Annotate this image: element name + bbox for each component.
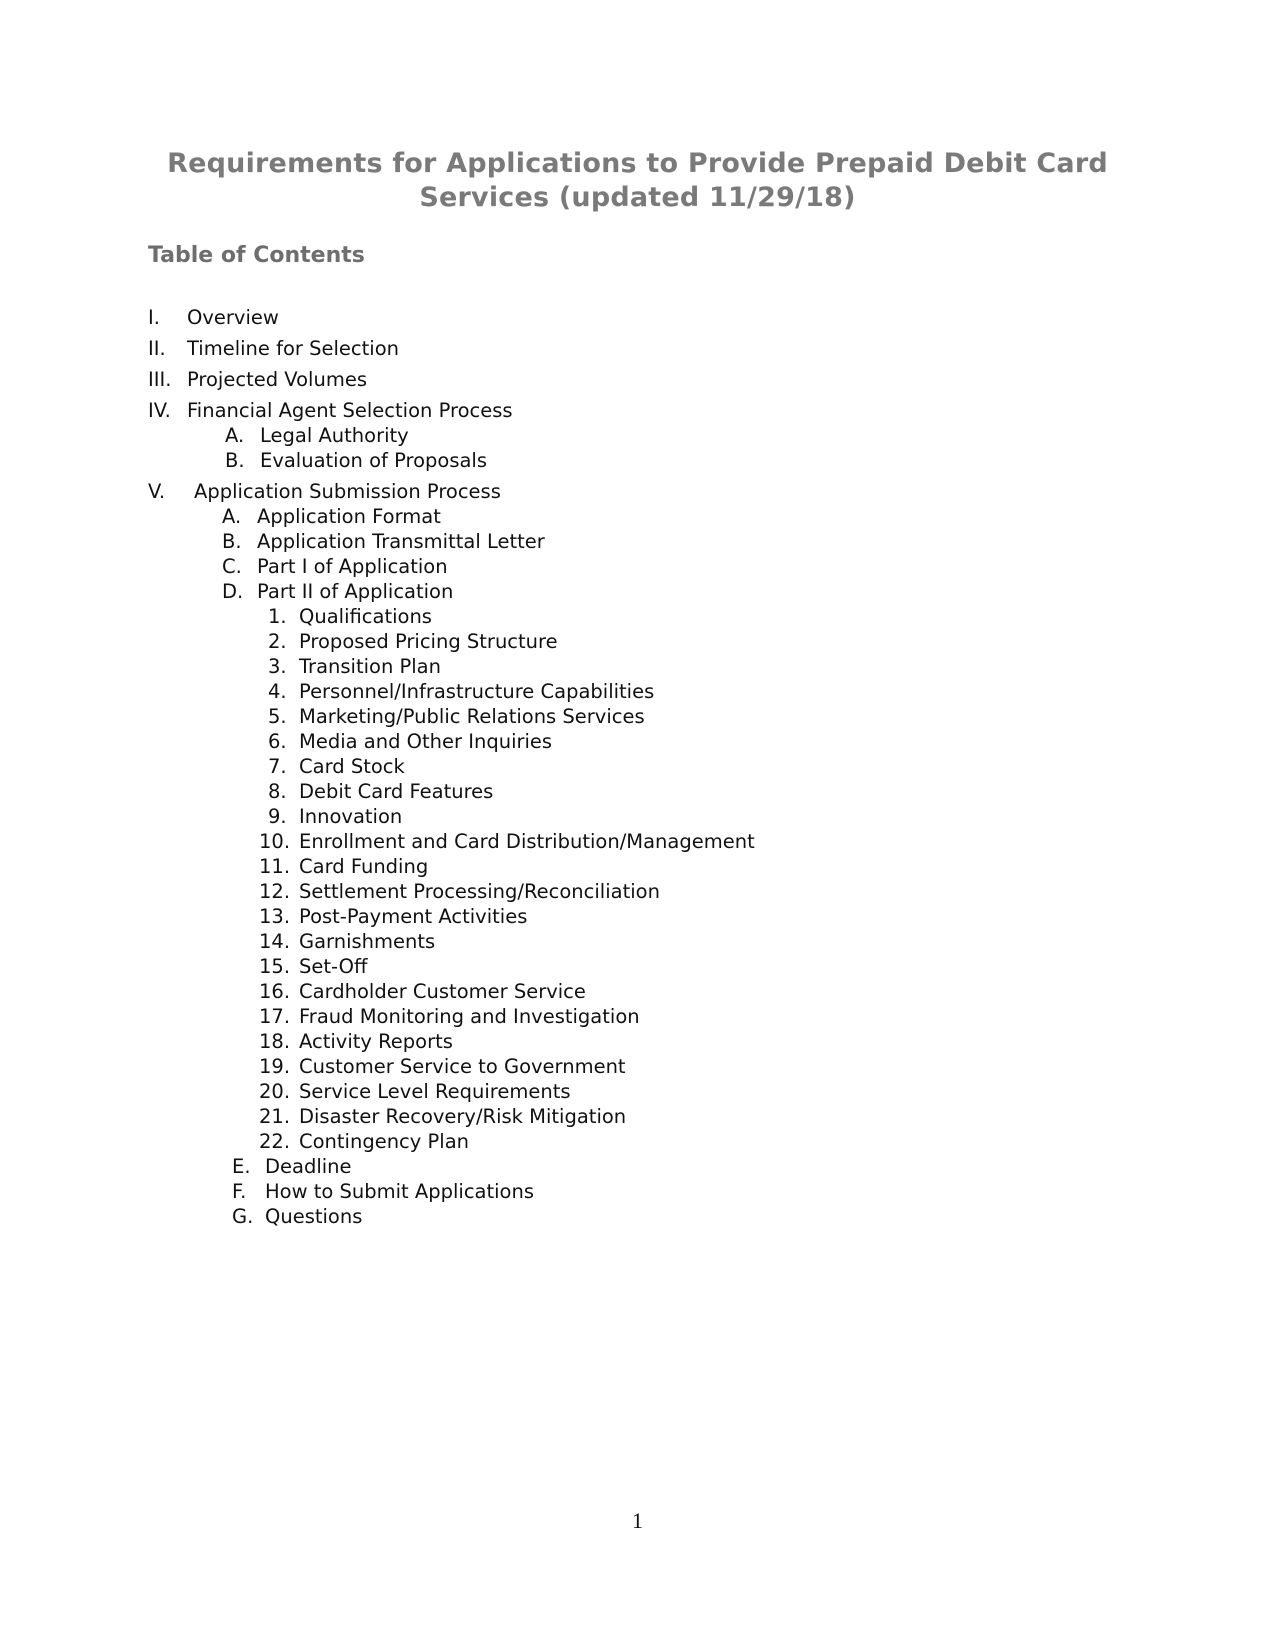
toc-marker: 20.: [259, 1080, 291, 1103]
toc-label: Evaluation of Proposals: [260, 449, 488, 472]
toc-label: Part II of Application: [257, 580, 454, 603]
toc-marker: 6.: [268, 730, 287, 753]
toc-label: Enrollment and Card Distribution/Managem…: [299, 830, 755, 853]
toc-marker: 2.: [268, 630, 287, 653]
toc-label: Overview: [187, 306, 279, 329]
toc-marker: 4.: [268, 680, 287, 703]
toc-label: Application Transmittal Letter: [257, 530, 545, 553]
toc-label: Service Level Requirements: [299, 1080, 571, 1103]
toc-marker: 5.: [268, 705, 287, 728]
toc-marker: 15.: [259, 955, 291, 978]
toc-label: Debit Card Features: [299, 780, 494, 803]
toc-marker: 10.: [259, 830, 291, 853]
toc-marker: A.: [222, 505, 242, 528]
toc-marker: A.: [225, 424, 245, 447]
toc-label: Timeline for Selection: [187, 337, 399, 360]
toc-heading: Table of Contents: [148, 243, 365, 268]
toc-label: Garnishments: [299, 930, 436, 953]
document-title-line-2: Services (updated 11/29/18): [419, 182, 856, 213]
document-title-line-1: Requirements for Applications to Provide…: [167, 148, 1108, 179]
toc-label: Application Format: [257, 505, 441, 528]
toc-label: Activity Reports: [299, 1030, 453, 1053]
page-number: 1: [632, 1508, 643, 1533]
toc-marker: 16.: [259, 980, 291, 1003]
toc-marker: III.: [148, 368, 172, 391]
toc-label: Projected Volumes: [187, 368, 367, 391]
toc-label: Transition Plan: [299, 655, 441, 678]
toc-label: Card Stock: [299, 755, 405, 778]
toc-label: Cardholder Customer Service: [299, 980, 586, 1003]
toc-label: Card Funding: [299, 855, 429, 878]
toc-label: Financial Agent Selection Process: [187, 399, 513, 422]
toc-label: Disaster Recovery/Risk Mitigation: [299, 1105, 627, 1128]
toc-marker: 11.: [259, 855, 291, 878]
toc-marker: 1.: [268, 605, 287, 628]
toc-label: Marketing/Public Relations Services: [299, 705, 645, 728]
toc-marker: 14.: [259, 930, 291, 953]
toc-marker: 22.: [259, 1130, 291, 1153]
toc-marker: IV.: [148, 399, 171, 422]
toc-label: Questions: [265, 1205, 363, 1228]
toc-marker: G.: [232, 1205, 254, 1228]
toc-marker: D.: [222, 580, 244, 603]
toc-label: How to Submit Applications: [265, 1180, 535, 1203]
toc-label: Proposed Pricing Structure: [299, 630, 558, 653]
toc-label: Customer Service to Government: [299, 1055, 626, 1078]
toc-label: Deadline: [265, 1155, 352, 1178]
toc-marker: E.: [232, 1155, 251, 1178]
toc-label: Post-Payment Activities: [299, 905, 528, 928]
toc-marker: 3.: [268, 655, 287, 678]
toc-label: Application Submission Process: [194, 480, 501, 503]
toc-label: Part I of Application: [257, 555, 448, 578]
toc-label: Personnel/Infrastructure Capabilities: [299, 680, 655, 703]
toc-marker: 18.: [259, 1030, 291, 1053]
toc-marker: B.: [222, 530, 242, 553]
document-page: Requirements for Applications to Provide…: [0, 0, 1275, 1650]
toc-marker: 12.: [259, 880, 291, 903]
toc-marker: II.: [148, 337, 166, 360]
toc-label: Innovation: [299, 805, 403, 828]
toc-label: Contingency Plan: [299, 1130, 470, 1153]
toc-marker: 8.: [268, 780, 287, 803]
toc-label: Set-Off: [299, 955, 368, 978]
toc-label: Legal Authority: [260, 424, 409, 447]
toc-label: Fraud Monitoring and Investigation: [299, 1005, 640, 1028]
toc-marker: F.: [232, 1180, 247, 1203]
toc-marker: 17.: [259, 1005, 291, 1028]
toc-label: Qualifications: [299, 605, 432, 628]
toc-marker: 7.: [268, 755, 287, 778]
toc-marker: 21.: [259, 1105, 291, 1128]
toc-marker: V.: [148, 480, 166, 503]
toc-marker: B.: [225, 449, 245, 472]
toc-label: Settlement Processing/Reconciliation: [299, 880, 660, 903]
toc-marker: 13.: [259, 905, 291, 928]
toc-marker: I.: [148, 306, 160, 329]
toc-marker: C.: [222, 555, 242, 578]
toc-marker: 9.: [268, 805, 287, 828]
toc-marker: 19.: [259, 1055, 291, 1078]
toc-label: Media and Other Inquiries: [299, 730, 553, 753]
